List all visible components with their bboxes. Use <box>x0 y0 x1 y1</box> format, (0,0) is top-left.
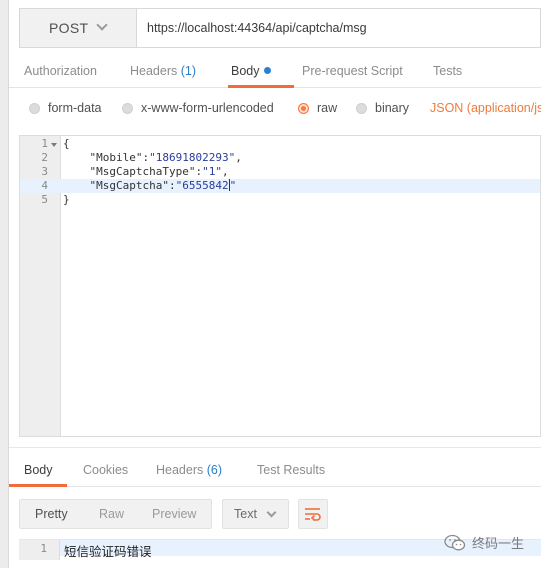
json-comma: , <box>221 165 229 178</box>
section-divider <box>9 447 541 448</box>
wrap-lines-icon <box>305 508 321 521</box>
watermark: 终码一生 <box>444 533 524 552</box>
json-key: "MsgCaptchaType" <box>89 165 196 178</box>
brace: { <box>63 137 70 150</box>
pretty-button[interactable]: Pretty <box>35 507 68 521</box>
view-mode-segmented: Pretty Raw Preview <box>19 499 212 529</box>
radio-circle-icon <box>122 102 133 114</box>
radio-label: raw <box>317 101 338 115</box>
format-label: Text <box>234 507 257 521</box>
response-format-dropdown[interactable]: Text <box>222 499 289 529</box>
line-number: 4 <box>41 179 48 192</box>
content-type-label: JSON (application/js <box>430 101 541 115</box>
json-quote: " <box>229 179 237 192</box>
modified-dot-icon <box>263 67 271 74</box>
radio-selected-icon <box>298 102 309 114</box>
tab-label: Body <box>231 64 260 78</box>
response-tab-headers[interactable]: Headers (6) <box>156 463 222 477</box>
request-tabs: Authorization Headers (1) Body Pre-reque… <box>9 56 541 88</box>
left-sidebar-strip <box>0 0 9 568</box>
response-tab-cookies[interactable]: Cookies <box>83 463 128 477</box>
tab-headers[interactable]: Headers (1) <box>130 64 196 78</box>
response-text: 短信验证码错误 <box>64 544 152 559</box>
line-number: 5 <box>41 193 48 206</box>
line-number: 2 <box>41 151 48 164</box>
tab-authorization[interactable]: Authorization <box>24 64 97 78</box>
chevron-down-icon <box>266 507 277 518</box>
radio-urlencoded[interactable]: x-www-form-urlencoded <box>122 101 274 115</box>
radio-form-data[interactable]: form-data <box>29 101 102 115</box>
headers-count: (6) <box>206 463 223 477</box>
tab-label: Tests <box>433 64 463 78</box>
json-value: "1" <box>202 165 222 178</box>
line-number: 3 <box>41 165 48 178</box>
json-key: "Mobile" <box>89 151 143 164</box>
method-label: POST <box>49 20 89 36</box>
json-key: "MsgCaptcha" <box>89 179 169 192</box>
tab-pre-request-script[interactable]: Pre-request Script <box>302 64 403 78</box>
code-line: { <box>63 137 70 151</box>
active-tab-indicator <box>228 85 294 88</box>
response-tab-test-results[interactable]: Test Results <box>257 463 325 477</box>
response-tab-body[interactable]: Body <box>24 463 53 477</box>
fold-arrow-icon[interactable] <box>51 143 57 147</box>
method-select[interactable]: POST <box>20 9 137 47</box>
preview-button[interactable]: Preview <box>152 507 196 521</box>
json-value: "18691802293" <box>149 151 236 164</box>
wechat-icon <box>444 534 466 550</box>
tab-tests[interactable]: Tests <box>433 64 462 78</box>
radio-raw[interactable]: raw <box>298 101 337 115</box>
tab-label: Test Results <box>257 463 326 477</box>
headers-count: (1) <box>180 64 197 78</box>
raw-button[interactable]: Raw <box>99 507 124 521</box>
request-bar: POST https://localhost:44364/api/captcha… <box>19 8 541 48</box>
active-tab-indicator <box>9 484 67 487</box>
content-type-dropdown[interactable]: JSON (application/js <box>430 101 541 115</box>
request-body-editor[interactable]: 1 2 3 4 5 { "Mobile":"18691802293", "Msg… <box>19 135 541 437</box>
body-type-options: form-data x-www-form-urlencoded raw bina… <box>9 96 541 124</box>
radio-circle-icon <box>29 102 40 114</box>
url-text: https://localhost:44364/api/captcha/msg <box>147 21 367 35</box>
json-colon: : <box>168 179 176 192</box>
url-input[interactable]: https://localhost:44364/api/captcha/msg <box>137 9 540 47</box>
tab-label: Headers <box>156 463 204 477</box>
wrap-lines-button[interactable] <box>298 499 328 529</box>
radio-binary[interactable]: binary <box>356 101 409 115</box>
chevron-down-icon <box>96 19 108 31</box>
json-value: "6555842 <box>175 179 229 192</box>
radio-circle-icon <box>356 102 367 114</box>
tab-label: Pre-request Script <box>302 64 403 78</box>
code-line: "Mobile":"18691802293", <box>63 151 242 165</box>
response-tabs: Body Cookies Headers (6) Test Results <box>9 453 541 487</box>
code-line: "MsgCaptchaType":"1", <box>63 165 229 179</box>
tab-body[interactable]: Body <box>231 64 271 78</box>
code-line: } <box>63 193 70 207</box>
code-line: "MsgCaptcha":"6555842" <box>63 179 236 193</box>
tab-label: Authorization <box>24 64 97 78</box>
radio-label: x-www-form-urlencoded <box>141 101 274 115</box>
radio-label: binary <box>375 101 410 115</box>
brace: } <box>63 193 70 206</box>
tab-label: Headers <box>130 64 178 78</box>
watermark-text: 终码一生 <box>472 536 525 551</box>
tab-label: Body <box>24 463 53 477</box>
line-number: 1 <box>40 542 47 555</box>
radio-label: form-data <box>48 101 102 115</box>
tab-label: Cookies <box>83 463 129 477</box>
line-number: 1 <box>41 137 48 150</box>
json-comma: , <box>235 151 242 164</box>
